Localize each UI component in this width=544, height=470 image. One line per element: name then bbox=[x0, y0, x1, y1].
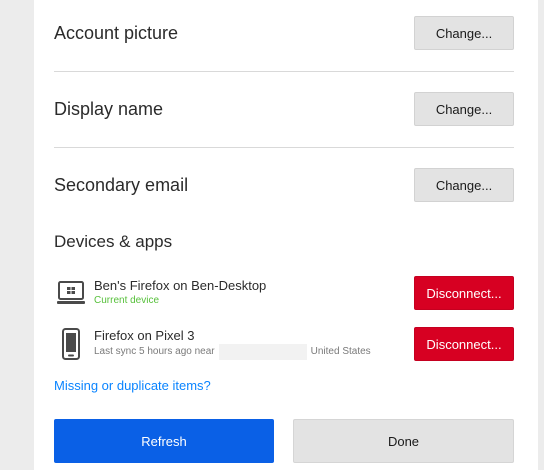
device-row-phone: Firefox on Pixel 3 Last sync 5 hours ago… bbox=[54, 326, 514, 362]
disconnect-desktop-button[interactable]: Disconnect... bbox=[414, 276, 514, 310]
divider bbox=[54, 71, 514, 72]
last-sync-text: Last sync 5 hours ago near bbox=[94, 346, 215, 357]
device-info: Firefox on Pixel 3 Last sync 5 hours ago… bbox=[94, 328, 414, 360]
device-status: Current device bbox=[94, 295, 160, 306]
location-text: United States bbox=[310, 346, 371, 357]
display-name-row: Display name Change... bbox=[54, 92, 514, 126]
change-secondary-email-button[interactable]: Change... bbox=[414, 168, 514, 202]
device-name: Firefox on Pixel 3 bbox=[94, 328, 195, 343]
device-status: Last sync 5 hours ago near United States bbox=[94, 344, 414, 360]
display-name-label: Display name bbox=[54, 98, 164, 119]
phone-icon bbox=[54, 327, 88, 361]
account-picture-label: Account picture bbox=[54, 22, 179, 43]
device-info: Ben's Firefox on Ben-Desktop Current dev… bbox=[94, 278, 414, 308]
disconnect-phone-button[interactable]: Disconnect... bbox=[414, 327, 514, 361]
divider bbox=[54, 147, 514, 148]
done-button[interactable]: Done bbox=[293, 419, 514, 463]
missing-items-link[interactable]: Missing or duplicate items? bbox=[54, 378, 211, 393]
device-name: Ben's Firefox on Ben-Desktop bbox=[94, 278, 267, 293]
account-settings-panel: Account picture Change... Display name C… bbox=[34, 0, 538, 470]
secondary-email-label: Secondary email bbox=[54, 174, 189, 195]
devices-section-title: Devices & apps bbox=[54, 232, 173, 251]
desktop-icon bbox=[54, 276, 88, 310]
device-row-desktop: Ben's Firefox on Ben-Desktop Current dev… bbox=[54, 275, 514, 311]
account-picture-row: Account picture Change... bbox=[54, 16, 514, 50]
change-display-name-button[interactable]: Change... bbox=[414, 92, 514, 126]
secondary-email-row: Secondary email Change... bbox=[54, 168, 514, 202]
redacted-location bbox=[218, 344, 307, 360]
change-account-picture-button[interactable]: Change... bbox=[414, 16, 514, 50]
refresh-button[interactable]: Refresh bbox=[54, 419, 274, 463]
